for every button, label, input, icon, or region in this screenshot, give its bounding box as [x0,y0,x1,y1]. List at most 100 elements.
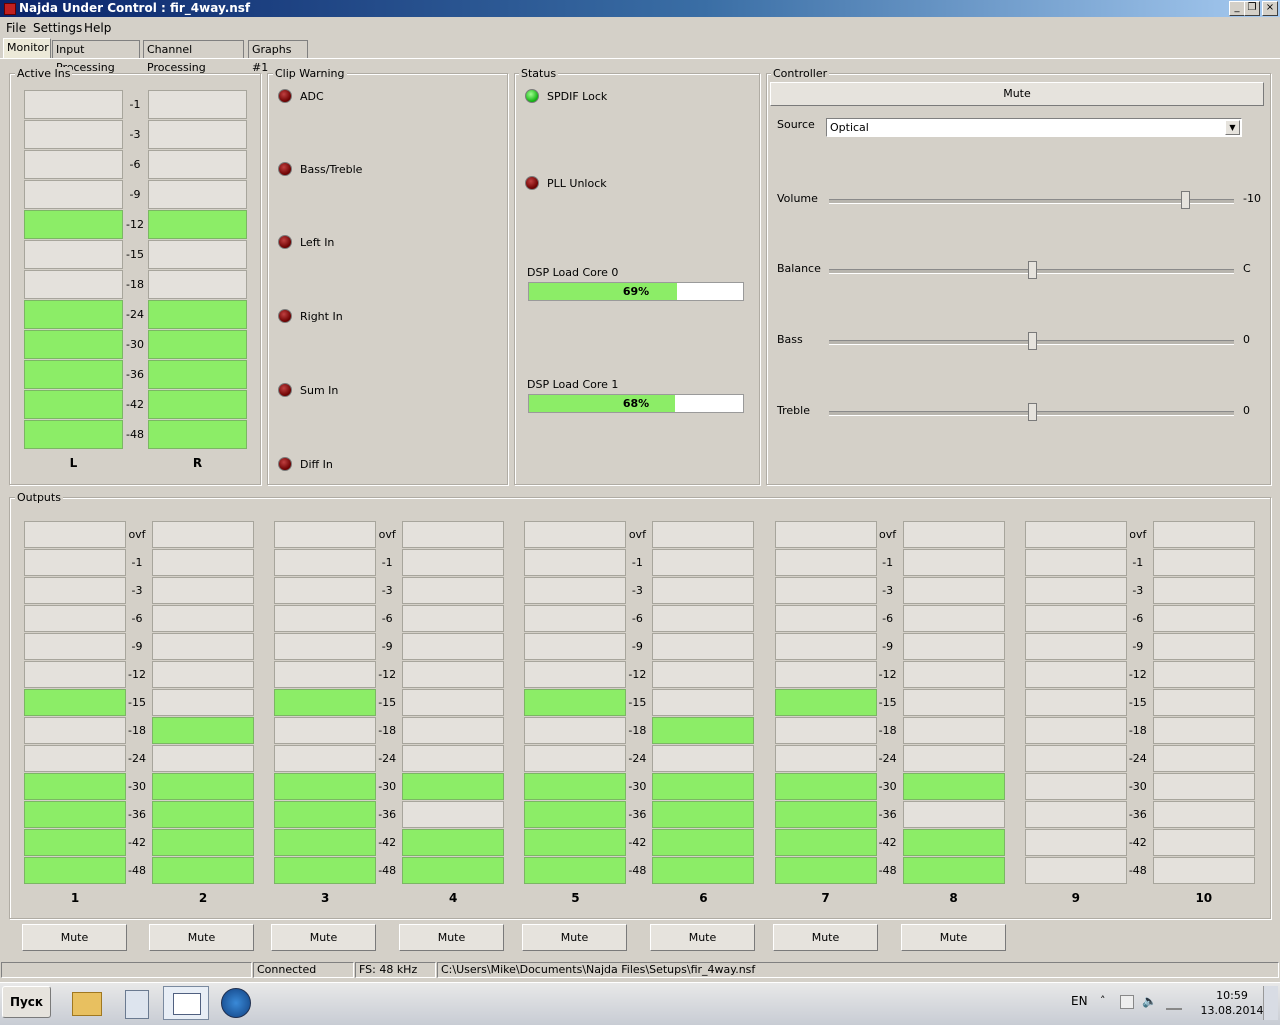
output-meter-cell [524,829,627,856]
output-scale-label: -15 [128,696,146,709]
app-icon[interactable] [4,3,16,15]
folder-icon [72,992,102,1016]
output-meter-cell [152,773,254,800]
start-button[interactable]: Пуск [2,986,51,1018]
bass-slider-thumb[interactable] [1027,332,1037,350]
output-scale-label: -3 [381,584,393,597]
output-meter-cell [274,745,377,772]
tab-graphs-1[interactable]: Graphs #1 [248,40,308,74]
close-button[interactable]: × [1262,1,1278,16]
output-meter-cell [274,717,377,744]
output-meter-cell [1152,745,1255,772]
app-window-icon [173,993,201,1015]
menu-file[interactable]: File [6,21,26,35]
volume-icon[interactable]: 🔈 [1142,994,1157,1008]
output-meter-cell [24,829,126,856]
output-meter-cell [774,661,877,688]
output-mute-button-2[interactable]: Mute [149,924,254,951]
chevron-down-icon[interactable]: ▼ [1225,120,1240,135]
output-scale-label: -6 [131,612,143,625]
output-scale-label: -1 [131,556,143,569]
output-mute-button-7[interactable]: Mute [773,924,878,951]
volume-slider-thumb[interactable] [1181,191,1191,209]
output-scale-label: -9 [631,640,643,653]
output-mute-button-5[interactable]: Mute [522,924,627,951]
output-meter-cell [524,605,627,632]
output-meter-cell [152,801,254,828]
output-meter-cell [1024,661,1127,688]
explorer-icon[interactable] [66,986,106,1020]
output-mute-button-1[interactable]: Mute [22,924,127,951]
output-meter-cell [902,633,1005,660]
output-meter-cell [652,521,755,548]
calculator-icon[interactable] [116,986,156,1020]
restore-button[interactable]: ❐ [1244,1,1260,16]
tab-input-processing[interactable]: Input Processing [52,40,140,74]
output-meter-cell [24,717,126,744]
output-meter-cell [1152,773,1255,800]
network-icon[interactable] [1166,996,1182,1010]
meter-cell [148,270,247,299]
output-mute-button-6[interactable]: Mute [650,924,755,951]
minimize-button[interactable]: _ [1229,1,1245,16]
output-meter-cell [1152,689,1255,716]
output-meter-cell [774,577,877,604]
meter-cell [148,420,247,449]
output-scale-label: ovf [128,528,146,541]
output-channel-label-1: 1 [70,891,80,905]
active-ins-label: Active Ins [15,67,73,80]
menu-help[interactable]: Help [84,21,111,35]
tab-channel-processing[interactable]: Channel Processing [143,40,244,74]
output-meter-cell [774,605,877,632]
clock-date[interactable]: 13.08.2014 [1196,1004,1268,1017]
output-mute-button-8[interactable]: Mute [901,924,1006,951]
output-meter-cell [274,773,377,800]
output-scale-label: -6 [1132,612,1144,625]
menu-settings[interactable]: Settings [33,21,82,35]
output-meter-cell [24,661,126,688]
output-meter-cell [274,521,377,548]
output-meter-cell [524,661,627,688]
show-desktop-button[interactable] [1263,986,1278,1020]
tab-monitor[interactable]: Monitor [3,38,51,59]
balance-slider-thumb[interactable] [1027,261,1037,279]
clip-led-left-in [278,235,292,249]
language-indicator[interactable]: EN [1071,994,1088,1008]
tray-expand-icon[interactable]: ˄ [1100,994,1106,1007]
output-meter-cell [652,633,755,660]
volume-slider-track[interactable] [829,199,1234,204]
najda-app-taskbar-button[interactable] [163,986,209,1020]
output-meter-cell [152,857,254,884]
output-meter-cell [24,857,126,884]
output-scale-label: -3 [882,584,894,597]
media-player-icon[interactable] [215,986,255,1020]
output-meter-cell [24,801,126,828]
clip-label-bass-treble: Bass/Treble [300,163,363,176]
controller-mute-button[interactable]: Mute [770,82,1264,106]
output-mute-button-4[interactable]: Mute [399,924,504,951]
output-meter-cell [1152,577,1255,604]
output-meter-cell [402,773,505,800]
output-meter-cell [902,577,1005,604]
output-meter-cell [652,829,755,856]
scale-label: -1 [129,98,141,111]
output-mute-button-3[interactable]: Mute [271,924,376,951]
output-meter-cell [402,745,505,772]
clip-led-sum-in [278,383,292,397]
output-meter-cell [152,829,254,856]
output-scale-label: -12 [378,668,397,681]
controller-label: Controller [771,67,830,80]
scale-label: -9 [129,188,141,201]
treble-slider-thumb[interactable] [1027,403,1037,421]
clip-led-diff-in [278,457,292,471]
output-channel-label-3: 3 [321,891,330,905]
output-meter-cell [902,689,1005,716]
source-select[interactable]: Optical ▼ [826,118,1242,137]
volume-label: Volume [777,192,818,205]
output-scale-label: -30 [628,780,647,793]
spdif-lock-led [525,89,539,103]
output-meter-cell [152,521,254,548]
meter-cell [148,210,247,239]
action-center-icon[interactable] [1120,995,1134,1009]
clock-time[interactable]: 10:59 [1208,989,1256,1002]
